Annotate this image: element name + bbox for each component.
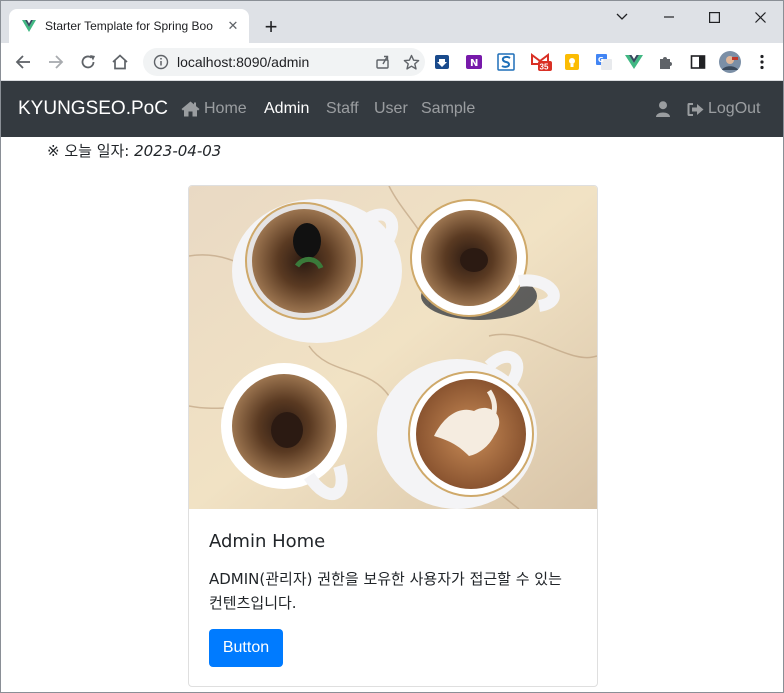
date-value: 2023-04-03 bbox=[134, 142, 222, 160]
reload-icon[interactable] bbox=[75, 49, 101, 75]
share-icon[interactable] bbox=[369, 48, 397, 76]
nav-item-user[interactable]: User bbox=[374, 100, 408, 118]
minimize-icon[interactable] bbox=[646, 5, 692, 29]
svg-text:N: N bbox=[470, 58, 478, 69]
browser-window: Starter Template for Spring Boo ✕ + loca… bbox=[0, 0, 784, 693]
admin-card: Admin Home ADMIN(관리자) 권한을 보유한 사용자가 접근할 수… bbox=[188, 185, 598, 687]
side-panel-icon[interactable] bbox=[688, 52, 708, 72]
card-title: Admin Home bbox=[209, 531, 326, 552]
s-extension-icon[interactable] bbox=[496, 52, 516, 72]
profile-avatar[interactable] bbox=[718, 51, 742, 73]
more-menu-icon[interactable] bbox=[752, 52, 772, 72]
bookmark-star-icon[interactable] bbox=[397, 48, 425, 76]
sign-out-icon bbox=[687, 102, 704, 116]
tab-close-icon[interactable]: ✕ bbox=[225, 18, 241, 34]
keep-extension-icon[interactable] bbox=[562, 52, 582, 72]
gmail-badge-count: 35 bbox=[540, 63, 549, 72]
browser-titlebar: Starter Template for Spring Boo ✕ + bbox=[1, 1, 783, 43]
home-page-icon[interactable] bbox=[107, 49, 133, 75]
onenote-extension-icon[interactable]: N bbox=[464, 52, 484, 72]
nav-item-staff[interactable]: Staff bbox=[326, 100, 359, 118]
app-navbar: KYUNGSEO.PoC Home Admin Staff User Sampl… bbox=[1, 81, 783, 137]
nav-item-admin[interactable]: Admin bbox=[264, 100, 309, 118]
logout-label: LogOut bbox=[708, 100, 761, 117]
back-arrow-icon[interactable] bbox=[10, 49, 36, 75]
card-image-coffee bbox=[189, 186, 597, 509]
gmail-extension-icon[interactable]: 35 bbox=[530, 52, 554, 72]
tab-title: Starter Template for Spring Boo bbox=[45, 19, 213, 33]
card-button[interactable]: Button bbox=[209, 629, 283, 667]
user-profile-icon[interactable] bbox=[656, 101, 674, 117]
browser-tab[interactable]: Starter Template for Spring Boo ✕ bbox=[9, 9, 249, 43]
navbar-brand[interactable]: KYUNGSEO.PoC bbox=[18, 98, 168, 120]
nav-item-sample[interactable]: Sample bbox=[421, 100, 475, 118]
url-text[interactable]: localhost:8090/admin bbox=[177, 54, 369, 70]
logout-link[interactable]: LogOut bbox=[687, 100, 760, 118]
date-prefix: ※ 오늘 일자: bbox=[47, 142, 130, 160]
today-date: ※ 오늘 일자: 2023-04-03 bbox=[47, 140, 221, 161]
svg-text:G: G bbox=[598, 56, 604, 64]
new-tab-button[interactable]: + bbox=[259, 14, 283, 39]
download-extension-icon[interactable] bbox=[432, 52, 452, 72]
nav-item-home[interactable]: Home bbox=[181, 100, 247, 118]
translate-extension-icon[interactable]: G bbox=[594, 52, 614, 72]
nav-item-label: Home bbox=[204, 100, 247, 117]
card-text: ADMIN(관리자) 권한을 보유한 사용자가 접근할 수 있는 컨텐츠입니다. bbox=[209, 570, 562, 612]
browser-toolbar: localhost:8090/admin N 35 G bbox=[1, 43, 783, 81]
extensions-puzzle-icon[interactable] bbox=[656, 52, 676, 72]
forward-arrow-icon[interactable] bbox=[43, 49, 69, 75]
vue-devtools-icon[interactable] bbox=[624, 52, 644, 72]
vue-logo-icon bbox=[22, 20, 36, 32]
address-bar[interactable]: localhost:8090/admin bbox=[143, 48, 425, 76]
home-icon bbox=[181, 101, 200, 117]
chevron-down-icon[interactable] bbox=[599, 5, 645, 29]
site-info-icon[interactable] bbox=[153, 54, 169, 70]
close-window-icon[interactable] bbox=[737, 5, 783, 29]
maximize-icon[interactable] bbox=[691, 5, 737, 29]
